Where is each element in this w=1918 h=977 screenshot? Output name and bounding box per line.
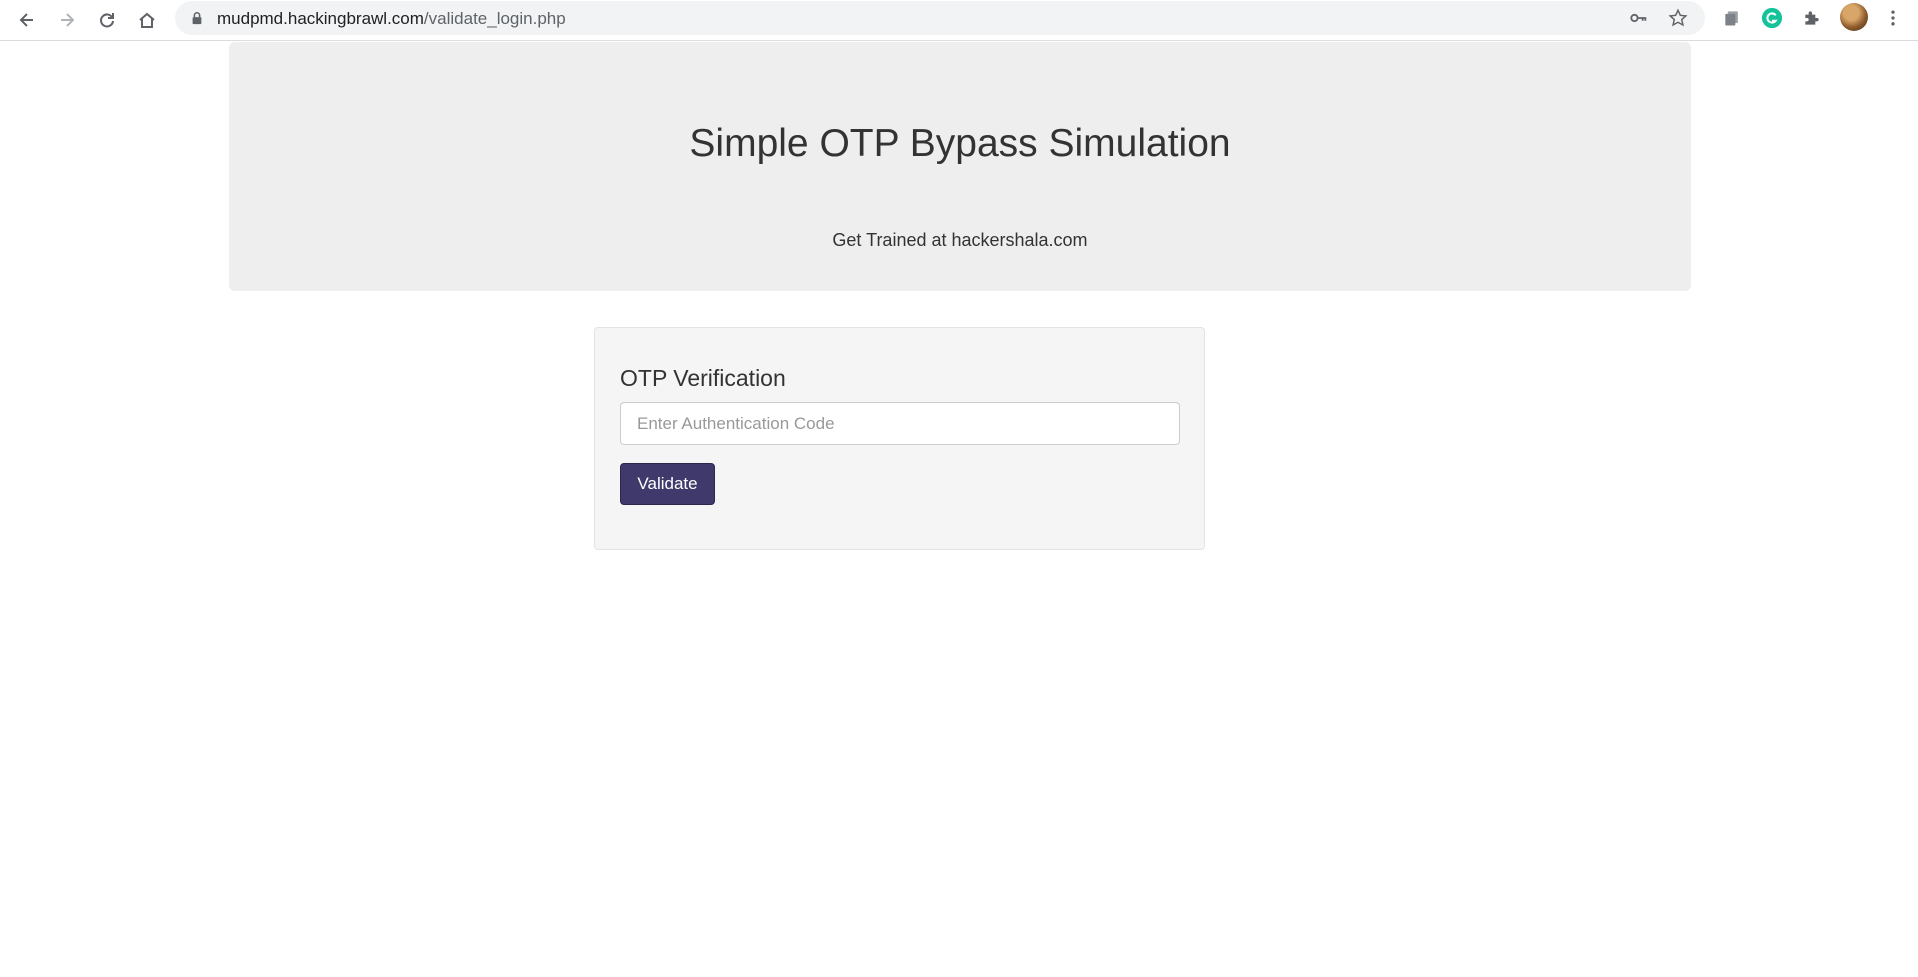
puzzle-icon[interactable]: [1799, 5, 1825, 31]
extension-stack-icon[interactable]: [1719, 5, 1745, 31]
otp-input[interactable]: [620, 402, 1180, 445]
forward-button[interactable]: [51, 4, 83, 36]
browser-toolbar: mudpmd.hackingbrawl.com/validate_login.p…: [0, 0, 1918, 41]
otp-form-card: OTP Verification Validate: [594, 327, 1205, 550]
key-icon[interactable]: [1628, 7, 1650, 29]
form-heading: OTP Verification: [620, 365, 786, 391]
back-button[interactable]: [11, 4, 43, 36]
avatar[interactable]: [1840, 3, 1868, 31]
star-icon[interactable]: [1667, 7, 1689, 29]
menu-icon[interactable]: [1880, 5, 1906, 31]
grammarly-icon[interactable]: [1759, 5, 1785, 31]
back-icon: [19, 13, 33, 27]
page-title: Simple OTP Bypass Simulation: [689, 122, 1231, 165]
reload-icon: [100, 13, 114, 28]
address-bar[interactable]: mudpmd.hackingbrawl.com/validate_login.p…: [175, 1, 1705, 35]
url-host: mudpmd.hackingbrawl.com: [217, 9, 424, 28]
home-button[interactable]: [131, 4, 163, 36]
validate-button[interactable]: Validate: [620, 463, 715, 505]
home-icon: [139, 12, 155, 28]
reload-button[interactable]: [91, 4, 123, 36]
lock-icon[interactable]: [189, 10, 205, 26]
url-text[interactable]: mudpmd.hackingbrawl.com/validate_login.p…: [217, 9, 566, 29]
header-banner: Simple OTP Bypass Simulation Get Trained…: [229, 42, 1691, 291]
url-path: /validate_login.php: [423, 9, 566, 28]
forward-icon: [61, 13, 75, 27]
page-subtitle: Get Trained at hackershala.com: [832, 230, 1088, 250]
